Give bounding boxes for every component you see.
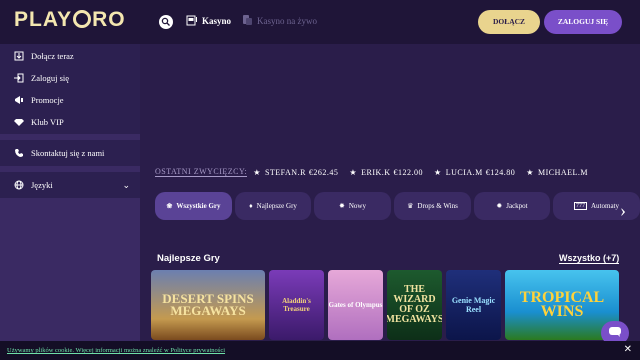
diamond-icon — [14, 117, 24, 127]
tab-all-games[interactable]: ❀ Wszystkie Gry — [155, 192, 232, 220]
star-icon: ★ — [526, 167, 534, 177]
join-button[interactable]: DOŁĄCZ — [478, 10, 540, 34]
chevron-right-icon[interactable]: › — [620, 200, 626, 221]
sidebar-contact-group: Skontaktuj się z nami — [0, 140, 140, 166]
tab-slots[interactable]: 777 Automaty — [553, 192, 640, 220]
slot-777-icon: 777 — [574, 202, 587, 210]
star-icon: ★ — [349, 167, 358, 177]
winner-amount: €124.80 — [485, 167, 516, 177]
sidebar-item-label: Promocje — [31, 95, 64, 105]
nav-casino[interactable]: Kasyno — [186, 14, 231, 28]
winner-amount: €262.45 — [308, 167, 339, 177]
jackpot-icon: ✹ — [496, 202, 503, 210]
sidebar-item-login[interactable]: Zaloguj się — [0, 67, 140, 89]
winner-name: STEFAN.R — [264, 167, 306, 177]
view-all-link[interactable]: Wszystko (+7) — [559, 253, 620, 264]
sidebar-account-group: Dołącz teraz Zaloguj się Promocje Klub V… — [0, 44, 140, 134]
nav-live-casino[interactable]: Kasyno na żywo — [241, 14, 317, 28]
nav-live-label: Kasyno na żywo — [257, 16, 317, 26]
winner-item: ★ ERIK.K €122.00 — [349, 168, 423, 177]
close-icon[interactable]: ✕ — [624, 344, 632, 355]
game-tile[interactable]: Aladdin's Treasure — [269, 270, 324, 340]
star-icon: ★ — [434, 167, 442, 177]
gem-icon: ♦ — [249, 202, 253, 210]
games-row: DESERT SPINS MEGAWAYS Aladdin's Treasure… — [151, 270, 640, 340]
logo[interactable]: PLAY RO — [14, 8, 126, 32]
tab-label: Automaty — [591, 202, 619, 210]
sidebar-language-group: Języki ⌄ — [0, 172, 140, 198]
winner-item: ★ STEFAN.R €262.45 — [253, 168, 338, 177]
game-title: TROPICAL WINS — [519, 289, 605, 320]
chat-bubble-icon — [609, 324, 621, 342]
login-icon — [14, 73, 24, 83]
phone-icon — [14, 148, 24, 158]
tab-label: Jackpot — [506, 202, 528, 210]
tab-label: Najlepsze Gry — [256, 202, 297, 210]
category-tabs: ❀ Wszystkie Gry ♦ Najlepsze Gry ✸ Nowy ♛… — [155, 192, 640, 220]
search-icon[interactable] — [159, 15, 173, 29]
winner-name: ERIK.K — [361, 167, 391, 177]
main-content: OSTATNI ZWYCIĘZCY: ★ STEFAN.R €262.45 ★ ERI… — [140, 44, 640, 360]
tab-jackpot[interactable]: ✹ Jackpot — [474, 192, 550, 220]
tab-label: Nowy — [348, 202, 366, 210]
winner-item: ★ LUCIA.M €124.80 — [434, 168, 515, 177]
sidebar-item-label: Dołącz teraz — [31, 51, 74, 61]
chevron-down-icon: ⌄ — [122, 179, 130, 190]
winner-amount: €122.00 — [393, 167, 424, 177]
sidebar-item-join[interactable]: Dołącz teraz — [0, 45, 140, 67]
language-selector[interactable]: Języki ⌄ — [0, 174, 140, 196]
game-tile[interactable]: THE WIZARD OF OZ MEGAWAYS — [387, 270, 442, 340]
new-icon: ✸ — [339, 202, 345, 210]
winner-name: LUCIA.M — [445, 167, 483, 177]
sidebar-item-promotions[interactable]: Promocje — [0, 89, 140, 111]
game-tile[interactable]: DESERT SPINS MEGAWAYS — [151, 270, 265, 340]
winner-item: ★ MICHAEL.M — [526, 168, 588, 177]
game-tile[interactable]: Genie Magic Reel — [446, 270, 501, 340]
winner-name: MICHAEL.M — [537, 167, 589, 177]
sidebar-item-contact[interactable]: Skontaktuj się z nami — [0, 142, 140, 164]
game-title: Genie Magic Reel — [451, 296, 496, 314]
game-title: Gates of Olympus — [328, 301, 383, 309]
all-games-icon: ❀ — [166, 202, 173, 210]
sidebar-item-vip[interactable]: Klub VIP — [0, 111, 140, 133]
tab-top-games[interactable]: ♦ Najlepsze Gry — [235, 192, 311, 220]
game-title: THE WIZARD OF OZ MEGAWAYS — [387, 284, 442, 325]
section-title: Najlepsze Gry — [157, 253, 220, 264]
login-button[interactable]: ZALOGUJ SIĘ — [544, 10, 622, 34]
sidebar-item-label: Zaloguj się — [31, 73, 70, 83]
tab-label: Wszystkie Gry — [176, 202, 221, 210]
crown-icon: ♛ — [407, 202, 414, 210]
star-icon: ★ — [253, 167, 261, 177]
tab-drops-wins[interactable]: ♛ Drops & Wins — [394, 192, 471, 220]
winners-label: OSTATNI ZWYCIĘZCY: — [155, 167, 248, 177]
top-header: PLAY RO Kasyno Kasyno na żywo DOŁĄCZ ZALO… — [0, 0, 640, 44]
cookie-policy-link[interactable]: Używamy plików cookie. Więcej informacji… — [7, 347, 225, 354]
sidebar-item-label: Skontaktuj się z nami — [31, 148, 105, 158]
globe-icon — [14, 180, 24, 190]
nav-casino-label: Kasyno — [202, 16, 232, 26]
game-title: Aladdin's Treasure — [282, 297, 311, 313]
game-tile[interactable]: Gates of Olympus — [328, 270, 383, 340]
join-icon — [14, 51, 24, 61]
sidebar-item-label: Klub VIP — [31, 117, 64, 127]
tab-label: Drops & Wins — [417, 202, 458, 210]
recent-winners-ticker: OSTATNI ZWYCIĘZCY: ★ STEFAN.R €262.45 ★ ERI… — [155, 162, 617, 182]
tab-new[interactable]: ✸ Nowy — [314, 192, 391, 220]
game-title: DESERT SPINS MEGAWAYS — [162, 291, 254, 318]
live-dealer-icon — [241, 14, 253, 28]
cookie-banner: Używamy plików cookie. Więcej informacji… — [0, 341, 640, 360]
hero-banner — [140, 44, 640, 154]
sidebar: Dołącz teraz Zaloguj się Promocje Klub V… — [0, 44, 140, 360]
sidebar-item-label: Języki — [31, 180, 53, 190]
megaphone-icon — [14, 95, 24, 105]
slot-machine-icon — [186, 14, 198, 28]
